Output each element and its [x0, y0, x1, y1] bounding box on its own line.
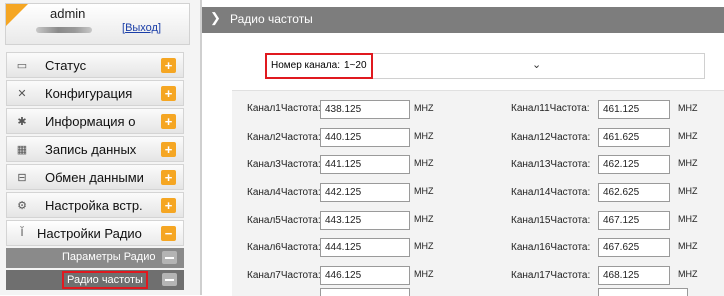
unit-label: MHZ: [414, 269, 434, 279]
collapse-icon[interactable]: −: [161, 226, 176, 241]
computer-icon: ⊟: [17, 172, 27, 184]
calendar-icon: ▦: [16, 144, 28, 156]
page-header: ❯ Радио частоты: [202, 7, 724, 33]
unit-label: MHZ: [678, 186, 698, 196]
unit-label: MHZ: [414, 214, 434, 224]
sidebar-item-label: Обмен данными: [45, 170, 144, 185]
unit-label: MHZ: [678, 131, 698, 141]
chevron-down-icon[interactable]: ⌄: [532, 58, 541, 71]
logout-link[interactable]: [Выход]: [122, 22, 161, 34]
username: admin: [50, 6, 86, 21]
channel-label: Канал11Частота:: [511, 103, 590, 114]
sidebar-item-label: Запись данных: [45, 142, 137, 157]
sidebar-item-status[interactable]: ▭ Статус +: [6, 52, 184, 78]
channel-select-label: Номер канала: 1~20: [265, 53, 373, 79]
channel-label: Канал17Частота:: [511, 270, 591, 281]
unit-label: MHZ: [678, 214, 698, 224]
frequency-input[interactable]: 467.125: [598, 211, 670, 230]
expand-icon[interactable]: +: [161, 170, 176, 185]
corner-ribbon: [6, 4, 28, 26]
expand-icon[interactable]: +: [161, 86, 176, 101]
sidebar-subitem-radio-frequencies[interactable]: Радио частоты: [6, 270, 184, 290]
logout-bracket-close: ]: [157, 22, 162, 34]
frequency-input[interactable]: 443.125: [320, 211, 410, 230]
tools-icon: ✕: [17, 88, 27, 100]
minus-icon: [162, 273, 177, 286]
user-panel: admin [Выход]: [5, 3, 190, 45]
channel-label: Канал6Частота:: [247, 242, 321, 253]
frequency-input[interactable]: 461.625: [598, 128, 670, 147]
channel-label: Канал12Частота:: [511, 132, 591, 143]
sidebar-item-radio-settings[interactable]: Ĭ Настройки Радио −: [6, 220, 184, 246]
channel-label: Канал3Частота:: [247, 159, 321, 170]
monitor-icon: ▭: [16, 60, 28, 72]
channel-label: Канал16Частота:: [511, 242, 591, 253]
channel-label: Канал13Частота:: [511, 159, 591, 170]
frequency-input[interactable]: 440.125: [320, 128, 410, 147]
sidebar-item-info[interactable]: ✱ Информация о +: [6, 108, 184, 134]
frequency-input[interactable]: 438.125: [320, 100, 410, 119]
sidebar-item-label: Настройка встр.: [45, 198, 143, 213]
unit-label: MHZ: [414, 131, 434, 141]
sidebar-subitem-label: Радио частоты: [62, 271, 148, 289]
sidebar-item-configuration[interactable]: ✕ Конфигурация +: [6, 80, 184, 106]
channel-label: Канал2Частота:: [247, 132, 321, 143]
antenna-icon: Ĭ: [20, 227, 24, 239]
sidebar-subitem-radio-params[interactable]: Параметры Радио: [6, 248, 184, 268]
frequency-input[interactable]: 468.125: [598, 266, 670, 285]
channel-label: Канал5Частота:: [247, 215, 321, 226]
unit-label: MHZ: [414, 186, 434, 196]
expand-icon[interactable]: +: [161, 114, 176, 129]
sidebar-item-label: Настройки Радио: [37, 226, 142, 241]
unit-label: MHZ: [414, 103, 434, 113]
sidebar-item-data-record[interactable]: ▦ Запись данных +: [6, 136, 184, 162]
expand-icon[interactable]: +: [161, 142, 176, 157]
blurred-user-info: [36, 27, 92, 33]
frequency-input[interactable]: 442.125: [320, 183, 410, 202]
channel-label: Канал1Частота:: [247, 103, 321, 114]
sidebar: admin [Выход] ▭ Статус + ✕ Конфигурация …: [0, 0, 202, 295]
unit-label: MHZ: [678, 269, 698, 279]
sidebar-item-label: Информация о: [45, 114, 136, 129]
channel-label-text: Номер канала:: [271, 60, 340, 71]
unit-label: MHZ: [678, 158, 698, 168]
sidebar-subitem-label: Параметры Радио: [62, 251, 156, 263]
unit-label: MHZ: [678, 103, 698, 113]
channel-label: Канал15Частота:: [511, 215, 591, 226]
frequency-input[interactable]: 446.125: [320, 266, 410, 285]
channel-label: Канал4Частота:: [247, 187, 321, 198]
frequency-input[interactable]: 467.625: [598, 238, 670, 257]
sidebar-item-settings[interactable]: ⚙ Настройка встр. +: [6, 192, 184, 218]
frequency-input[interactable]: 462.625: [598, 183, 670, 202]
page-title: Радио частоты: [230, 12, 313, 26]
wrench-icon: ✱: [17, 116, 27, 128]
frequency-input[interactable]: 462.125: [598, 155, 670, 174]
sidebar-item-label: Конфигурация: [45, 86, 133, 101]
unit-label: MHZ: [414, 241, 434, 251]
frequency-input[interactable]: 441.125: [320, 155, 410, 174]
expand-icon[interactable]: +: [161, 198, 176, 213]
chevron-right-icon: ❯: [210, 10, 221, 25]
channel-label: Канал14Частота:: [511, 187, 591, 198]
unit-label: MHZ: [678, 241, 698, 251]
unit-label: MHZ: [414, 158, 434, 168]
gear-icon: ⚙: [17, 200, 27, 212]
channel-select-value[interactable]: 1~20: [344, 55, 367, 77]
minus-icon: [162, 251, 177, 264]
logout-label[interactable]: Выход: [125, 22, 158, 34]
frequency-input[interactable]: 461.125: [598, 100, 670, 119]
sidebar-item-label: Статус: [45, 58, 87, 73]
expand-icon[interactable]: +: [161, 58, 176, 73]
channel-label: Канал7Частота:: [247, 270, 321, 281]
frequency-input[interactable]: 444.125: [320, 238, 410, 257]
sidebar-item-data-exchange[interactable]: ⊟ Обмен данными +: [6, 164, 184, 190]
